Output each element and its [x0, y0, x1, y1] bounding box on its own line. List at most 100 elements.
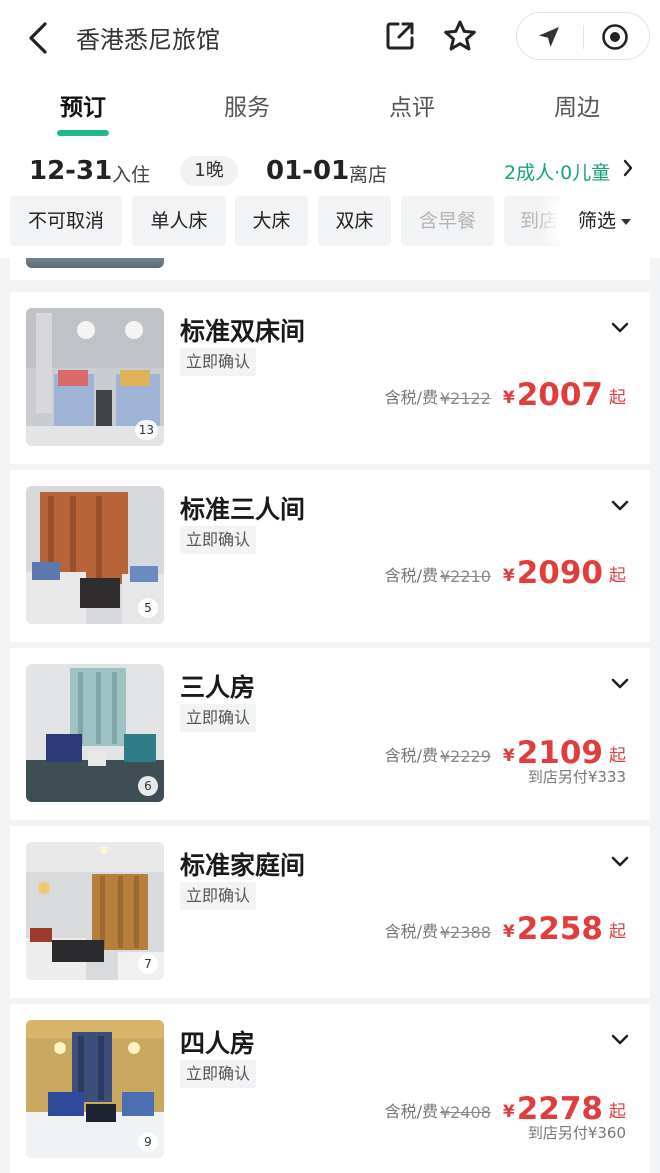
currency-symbol: ¥	[502, 1102, 515, 1122]
chevron-down-icon	[611, 500, 629, 511]
tab-service[interactable]: 服务	[187, 88, 307, 122]
target-icon	[602, 24, 628, 50]
room-photo	[26, 258, 164, 268]
share-icon	[386, 22, 414, 50]
room-card[interactable]: 13 标准双床间 立即确认 含税/费 ¥2122 ¥ 2007 起	[10, 292, 650, 464]
room-card[interactable]: 5 标准三人间 立即确认 含税/费 ¥2210 ¥ 2090 起	[10, 470, 650, 642]
navigation-arrow-icon	[539, 27, 559, 47]
instant-confirm-tag: 立即确认	[180, 704, 257, 732]
top-bar: 香港悉尼旅馆	[0, 0, 660, 76]
tab-bar: 预订 服务 点评 周边	[0, 76, 660, 144]
nights-badge: 1晚	[180, 156, 238, 186]
photo-count-badge: 7	[138, 954, 158, 974]
price-from-label: 起	[609, 388, 626, 408]
currency-symbol: ¥	[502, 746, 515, 766]
favorite-button[interactable]	[440, 16, 480, 56]
price-from-label: 起	[609, 566, 626, 586]
room-name: 标准三人间	[180, 495, 306, 524]
room-photo[interactable]: 5	[26, 486, 164, 624]
chevron-down-icon	[611, 1034, 629, 1045]
mini-program-capsule	[516, 12, 650, 60]
room-name: 四人房	[180, 1029, 256, 1058]
room-price: 2090	[516, 555, 603, 591]
room-card[interactable]: 7 标准家庭间 立即确认 含税/费 ¥2388 ¥ 2258 起	[10, 826, 650, 998]
expand-button[interactable]	[606, 1026, 634, 1054]
filter-label: 筛选	[578, 210, 617, 232]
date-guest-bar[interactable]: 12-31 入住 1晚 01-01 离店 2成人·0儿童	[0, 144, 660, 196]
chevron-down-icon	[611, 322, 629, 333]
capsule-divider	[583, 25, 584, 49]
room-photo[interactable]: 7	[26, 842, 164, 980]
room-card-partial	[10, 258, 650, 280]
filter-button[interactable]: 筛选	[560, 196, 660, 246]
currency-symbol: ¥	[502, 922, 515, 942]
caret-down-icon	[621, 218, 632, 225]
room-price: 2007	[516, 377, 603, 413]
original-price: ¥2229	[439, 747, 491, 766]
currency-symbol: ¥	[502, 388, 515, 408]
photo-count-badge: 13	[134, 420, 158, 440]
chevron-right-icon	[623, 159, 633, 177]
filter-chip-non-refundable[interactable]: 不可取消	[10, 196, 122, 246]
price-line: 含税/费 ¥2408 ¥ 2278 起	[385, 1090, 626, 1126]
price-line: 含税/费 ¥2229 ¥ 2109 起	[385, 734, 626, 770]
price-line: 含税/费 ¥2210 ¥ 2090 起	[385, 554, 626, 590]
photo-count-badge: 5	[138, 598, 158, 618]
chevron-left-icon	[29, 22, 47, 54]
filter-chip-single-bed[interactable]: 单人床	[132, 196, 226, 246]
tax-label: 含税/费	[384, 1102, 438, 1121]
tax-label: 含税/费	[384, 922, 438, 941]
tab-reviews[interactable]: 点评	[352, 88, 472, 122]
original-price: ¥2122	[439, 389, 491, 408]
close-mini-program-button[interactable]	[599, 21, 631, 53]
filter-chip-king-bed[interactable]: 大床	[235, 196, 308, 246]
room-photo[interactable]: 9	[26, 1020, 164, 1158]
chevron-down-icon	[611, 678, 629, 689]
instant-confirm-tag: 立即确认	[180, 526, 257, 554]
checkout-date[interactable]: 01-01	[266, 156, 349, 186]
tax-label: 含税/费	[384, 388, 438, 407]
instant-confirm-tag: 立即确认	[180, 1060, 257, 1088]
price-from-label: 起	[609, 922, 626, 942]
expand-button[interactable]	[606, 670, 634, 698]
original-price: ¥2210	[439, 567, 491, 586]
pay-at-hotel-extra: 到店另付¥333	[527, 768, 626, 786]
photo-count-badge: 9	[138, 1132, 158, 1152]
checkin-label: 入住	[112, 164, 151, 186]
original-price: ¥2388	[439, 923, 491, 942]
tab-booking[interactable]: 预订	[23, 88, 143, 122]
room-price: 2109	[516, 735, 603, 771]
instant-confirm-tag: 立即确认	[180, 882, 257, 910]
tax-label: 含税/费	[384, 566, 438, 585]
filter-chip-twin-beds[interactable]: 双床	[318, 196, 391, 246]
expand-button[interactable]	[606, 848, 634, 876]
room-card[interactable]: 6 三人房 立即确认 含税/费 ¥2229 ¥ 2109 起 到店另付¥333	[10, 648, 650, 820]
tax-label: 含税/费	[384, 746, 438, 765]
room-price: 2278	[516, 1091, 603, 1127]
filter-chip-breakfast[interactable]: 含早餐	[401, 196, 494, 246]
price-line: 含税/费 ¥2388 ¥ 2258 起	[385, 910, 626, 946]
room-card[interactable]: 9 四人房 立即确认 含税/费 ¥2408 ¥ 2278 起 到店另付¥360	[10, 1004, 650, 1173]
room-price: 2258	[516, 911, 603, 947]
pay-at-hotel-extra: 到店另付¥360	[527, 1124, 626, 1142]
room-name: 三人房	[180, 673, 256, 702]
expand-button[interactable]	[606, 492, 634, 520]
expand-button[interactable]	[606, 314, 634, 342]
room-name: 标准家庭间	[180, 851, 306, 880]
currency-symbol: ¥	[502, 566, 515, 586]
location-button[interactable]	[533, 21, 565, 53]
room-photo[interactable]: 13	[26, 308, 164, 446]
share-button[interactable]	[380, 16, 420, 56]
room-name: 标准双床间	[180, 317, 306, 346]
active-tab-indicator	[57, 130, 109, 136]
filter-bar: 不可取消 单人床 大床 双床 含早餐 到店 筛选	[0, 196, 660, 258]
chevron-down-icon	[611, 856, 629, 867]
room-photo[interactable]: 6	[26, 664, 164, 802]
tab-nearby[interactable]: 周边	[517, 88, 637, 122]
photo-count-badge: 6	[138, 776, 158, 796]
back-button[interactable]	[18, 18, 58, 58]
original-price: ¥2408	[439, 1103, 491, 1122]
guest-selector[interactable]: 2成人·0儿童	[504, 158, 610, 185]
star-icon	[444, 20, 476, 51]
checkin-date[interactable]: 12-31	[29, 156, 112, 186]
